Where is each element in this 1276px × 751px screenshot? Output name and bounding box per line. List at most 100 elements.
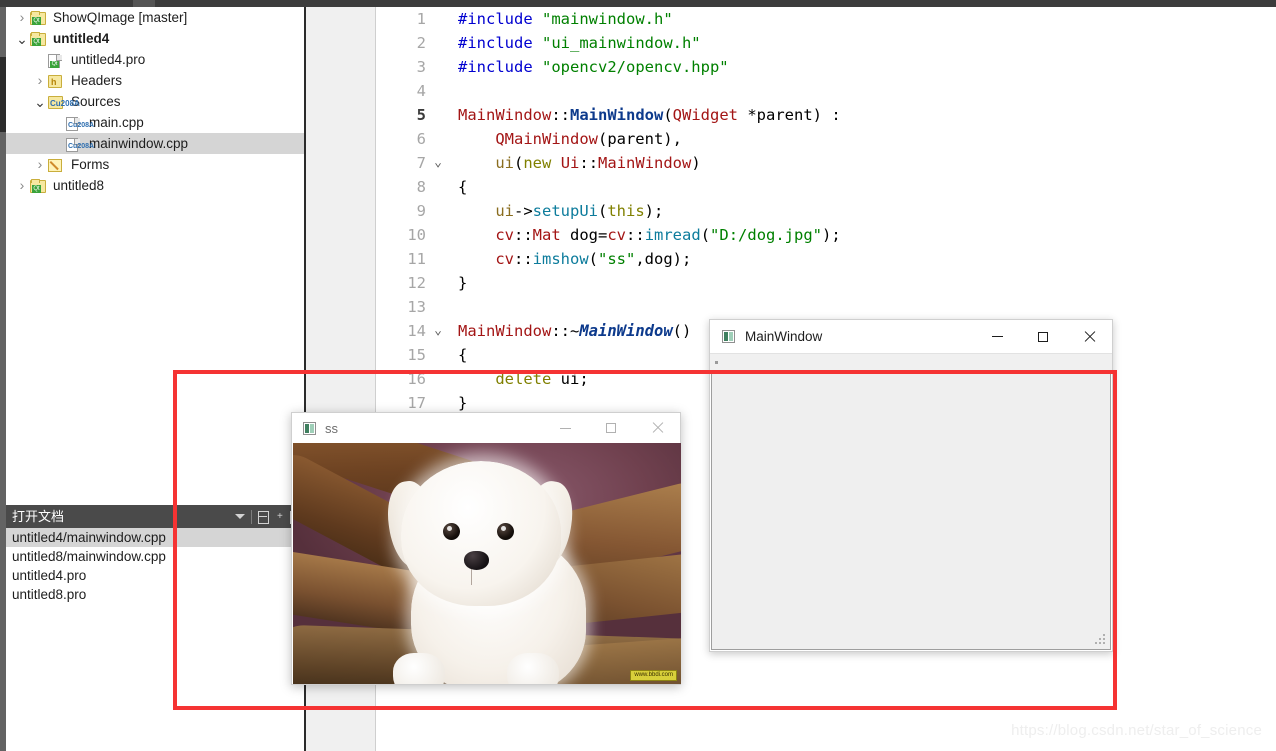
close-button[interactable] <box>1066 320 1112 353</box>
code-line[interactable]: 13 <box>376 295 1276 319</box>
code-token: cv <box>495 226 514 244</box>
line-number: 8 <box>416 178 426 196</box>
code-line[interactable]: 7 ⌄ ui(new Ui::MainWindow) <box>376 151 1276 175</box>
code-token: MainWindow <box>458 322 552 340</box>
line-number: 2 <box>416 34 426 52</box>
tree-item-label: untitled8 <box>53 178 105 193</box>
top-toolbar-strip <box>0 0 1276 7</box>
sources-folder-icon <box>48 94 80 110</box>
code-line-text: MainWindow::MainWindow(QWidget *parent) … <box>458 103 841 127</box>
open-documents-title: 打开文档 <box>12 509 65 524</box>
tree-item-label: ShowQImage [master] <box>53 10 188 25</box>
code-line-text: QMainWindow(parent), <box>458 127 682 151</box>
code-line[interactable]: 2 #include "ui_mainwindow.h" <box>376 31 1276 55</box>
code-token: ( <box>598 202 608 220</box>
code-token: ); <box>822 226 841 244</box>
code-token: "mainwindow.h" <box>542 10 673 28</box>
code-token: #include <box>458 10 542 28</box>
tree-item-showqimage-master[interactable]: › ShowQImage [master] <box>6 7 304 28</box>
tree-item-headers[interactable]: › Headers <box>6 70 304 91</box>
code-token: :: <box>626 226 645 244</box>
app-window: › ShowQImage [master] ⌄ untitled4 untitled4.… <box>0 0 1276 751</box>
code-token: imread <box>644 226 701 244</box>
code-line-text: ui(new Ui::MainWindow) <box>458 151 701 175</box>
code-token: cv <box>495 250 514 268</box>
code-token: "D:/dog.jpg" <box>710 226 823 244</box>
cpp-file-icon <box>66 136 94 152</box>
fold-marker-icon[interactable]: ⌄ <box>432 151 444 175</box>
code-token: #include <box>458 34 542 52</box>
qt-project-folder-icon <box>30 178 48 193</box>
tree-item-untitled8[interactable]: › untitled8 <box>6 175 304 196</box>
code-line-text: #include "opencv2/opencv.hpp" <box>458 55 729 79</box>
mainwindow-titlebar[interactable]: MainWindow <box>710 320 1112 353</box>
chevron-right-icon[interactable]: › <box>32 154 48 175</box>
code-token: ); <box>644 202 664 220</box>
line-number: 5 <box>416 106 426 124</box>
tree-item-label: main.cpp <box>89 115 144 130</box>
tree-item-forms[interactable]: › Forms <box>6 154 304 175</box>
chevron-down-icon[interactable]: ⌄ <box>32 95 48 109</box>
code-token: "ui_mainwindow.h" <box>542 34 701 52</box>
code-token: (parent), <box>597 130 682 148</box>
code-line[interactable]: 4 <box>376 79 1276 103</box>
chevron-right-icon[interactable]: › <box>14 175 30 196</box>
code-token: dog= <box>560 226 608 244</box>
chevron-right-icon[interactable]: › <box>14 7 30 28</box>
tree-item-mainwindow-cpp[interactable]: mainwindow.cpp <box>6 133 304 154</box>
code-token: } <box>458 274 468 292</box>
line-number: 4 <box>416 82 426 100</box>
code-line[interactable]: 9 ui->setupUi(this); <box>376 199 1276 223</box>
code-line[interactable]: 5 MainWindow::MainWindow(QWidget *parent)… <box>376 103 1276 127</box>
code-line[interactable]: 6 QMainWindow(parent), <box>376 127 1276 151</box>
code-token: ( <box>514 154 524 172</box>
code-token: new <box>523 154 552 172</box>
minimize-button[interactable] <box>974 320 1020 353</box>
tree-item-label: Forms <box>71 157 110 172</box>
tree-item-label: mainwindow.cpp <box>89 136 189 151</box>
code-token: setupUi <box>532 202 598 220</box>
tree-item-label: untitled4.pro <box>71 52 146 67</box>
code-line[interactable]: 11 cv::imshow("ss",dog); <box>376 247 1276 271</box>
code-line-text: MainWindow::~MainWindow() <box>458 319 691 343</box>
code-line-text: { <box>458 175 467 199</box>
code-line-text: #include "mainwindow.h" <box>458 7 673 31</box>
tree-item-untitled4-pro[interactable]: untitled4.pro <box>6 49 304 70</box>
code-token: MainWindow <box>598 154 692 172</box>
code-line[interactable]: 12} <box>376 271 1276 295</box>
code-token: MainWindow <box>458 106 552 124</box>
code-line-text: } <box>458 271 467 295</box>
qt-project-folder-icon <box>30 10 48 25</box>
headers-folder-icon <box>48 73 66 88</box>
code-line[interactable]: 1 #include "mainwindow.h" <box>376 7 1276 31</box>
fold-marker-icon[interactable]: ⌄ <box>432 319 444 343</box>
code-token: ( <box>588 250 599 268</box>
code-token: ui <box>495 202 514 220</box>
code-token: :: <box>514 250 533 268</box>
code-token: :: <box>551 106 570 124</box>
red-annotation-rectangle <box>173 370 1117 710</box>
code-token: this <box>607 202 645 220</box>
mainwindow-title: MainWindow <box>745 329 823 344</box>
mainwindow-menubar[interactable] <box>710 353 1112 371</box>
chevron-right-icon[interactable]: › <box>32 70 48 91</box>
qt-pro-file-icon <box>48 52 66 68</box>
line-number: 12 <box>407 274 426 292</box>
code-line[interactable]: 10 cv::Mat dog=cv::imread("D:/dog.jpg"); <box>376 223 1276 247</box>
line-number: 3 <box>416 58 426 76</box>
tree-item-sources[interactable]: ⌄Sources <box>6 91 304 112</box>
code-token: { <box>458 346 468 364</box>
tree-item-label: Headers <box>71 73 123 88</box>
tree-item-untitled4[interactable]: ⌄ untitled4 <box>6 28 304 49</box>
code-line[interactable]: 8{ <box>376 175 1276 199</box>
code-token: { <box>458 178 468 196</box>
code-token: -> <box>514 202 533 220</box>
code-token: Mat <box>532 226 561 244</box>
code-token: ) <box>691 154 701 172</box>
tree-item-main-cpp[interactable]: main.cpp <box>6 112 304 133</box>
maximize-button[interactable] <box>1020 320 1066 353</box>
chevron-down-icon[interactable]: ⌄ <box>14 32 30 46</box>
code-token: ::~ <box>551 322 580 340</box>
code-line[interactable]: 3 #include "opencv2/opencv.hpp" <box>376 55 1276 79</box>
